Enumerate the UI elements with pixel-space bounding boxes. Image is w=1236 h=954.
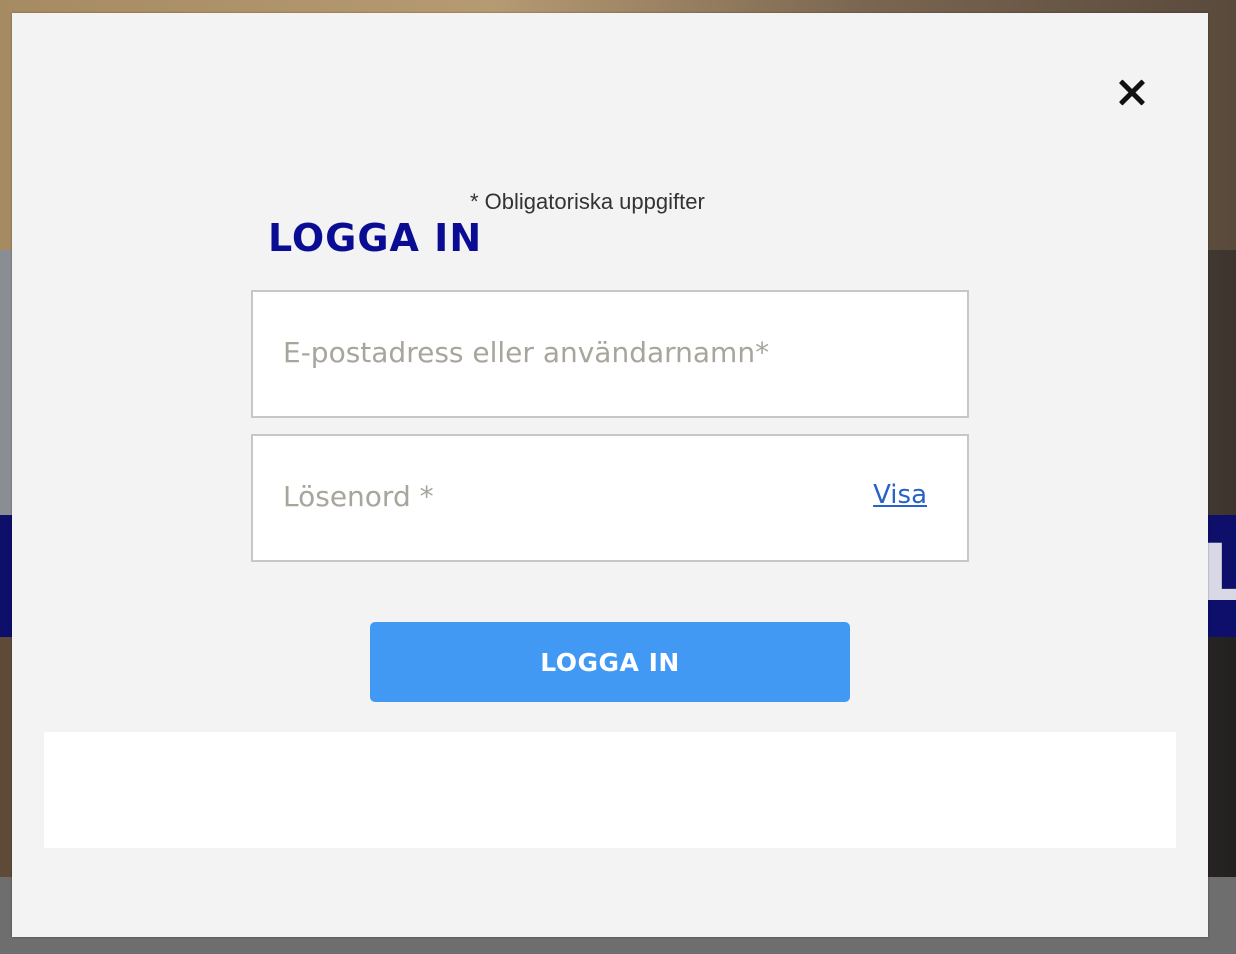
email-input[interactable] [283, 292, 843, 412]
login-modal: * Obligatoriska uppgifter LOGGA IN Visa … [12, 13, 1208, 937]
password-field: Visa [251, 434, 969, 562]
login-title: LOGGA IN [268, 216, 483, 260]
login-button[interactable]: LOGGA IN [370, 622, 850, 702]
required-fields-note: * Obligatoriska uppgifter [470, 189, 705, 214]
blank-panel [44, 732, 1176, 848]
show-password-link[interactable]: Visa [873, 480, 927, 510]
password-input[interactable] [283, 436, 843, 556]
email-field [251, 290, 969, 418]
close-icon[interactable] [1114, 75, 1150, 111]
